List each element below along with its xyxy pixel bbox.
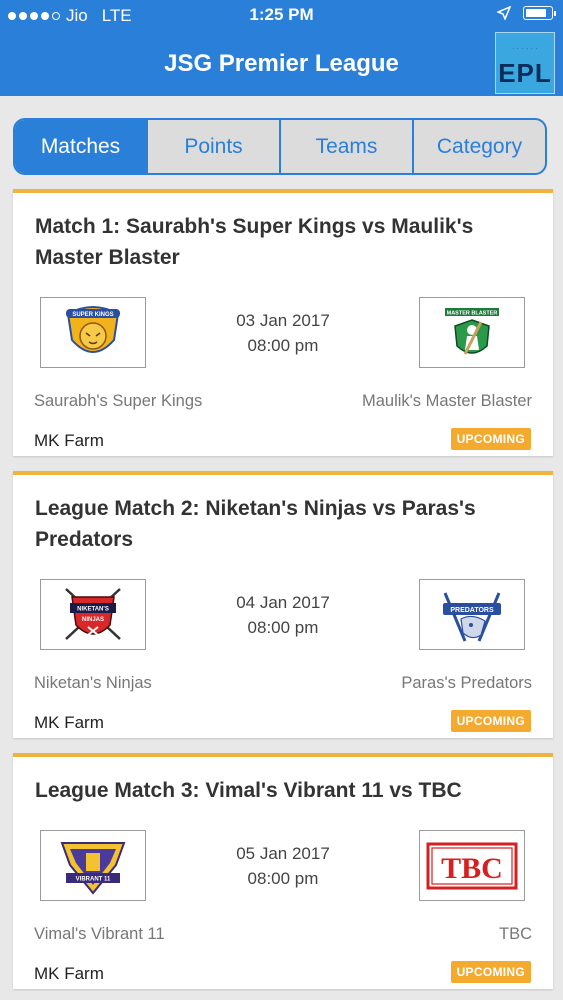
status-badge: UPCOMING <box>450 428 531 450</box>
match-venue: MK Farm <box>34 713 104 732</box>
team-a-name: Niketan's Ninjas <box>34 674 152 692</box>
svg-text:TBC: TBC <box>441 852 503 885</box>
team-a-name: Saurabh's Super Kings <box>34 392 203 410</box>
match-venue: MK Farm <box>34 964 104 983</box>
match-venue: MK Farm <box>34 431 104 450</box>
status-bar: Jio LTE 1:25 PM <box>0 0 563 30</box>
match-title: League Match 2: Niketan's Ninjas vs Para… <box>35 497 476 551</box>
team-b-name: TBC <box>499 925 532 943</box>
status-badge: UPCOMING <box>450 961 531 983</box>
status-badge: UPCOMING <box>450 710 531 732</box>
page-title: JSG Premier League <box>164 50 399 77</box>
team-b-logo: PREDATORS <box>419 579 525 650</box>
tab-points[interactable]: Points <box>146 120 279 173</box>
match-card[interactable]: League Match 3: Vimal's Vibrant 11 vs TB… <box>13 753 553 989</box>
svg-text:MASTER BLASTER: MASTER BLASTER <box>447 310 498 316</box>
match-title: Match 1: Saurabh's Super Kings vs Maulik… <box>35 215 474 269</box>
tab-teams[interactable]: Teams <box>279 120 412 173</box>
tab-category[interactable]: Category <box>412 120 545 173</box>
league-logo: · · · · · · EPL <box>495 32 555 94</box>
team-b-name: Maulik's Master Blaster <box>361 392 532 410</box>
tab-matches[interactable]: Matches <box>15 120 146 173</box>
status-time: 1:25 PM <box>249 5 314 24</box>
team-a-name: Vimal's Vibrant 11 <box>34 925 165 943</box>
team-b-logo: MASTER BLASTER <box>419 297 525 368</box>
logo-text: EPL <box>498 58 552 88</box>
location-arrow-icon <box>497 6 511 20</box>
match-title: League Match 3: Vimal's Vibrant 11 vs TB… <box>35 779 462 802</box>
app-header: JSG Premier League · · · · · · EPL <box>0 30 563 96</box>
tab-bar: Matches Points Teams Category <box>13 118 547 175</box>
svg-text:PREDATORS: PREDATORS <box>450 607 494 614</box>
match-card[interactable]: Match 1: Saurabh's Super Kings vs Maulik… <box>13 189 553 456</box>
battery-icon <box>523 6 556 20</box>
match-card[interactable]: League Match 2: Niketan's Ninjas vs Para… <box>13 471 553 738</box>
team-b-name: Paras's Predators <box>401 674 532 692</box>
team-b-logo: TBC <box>419 830 525 901</box>
